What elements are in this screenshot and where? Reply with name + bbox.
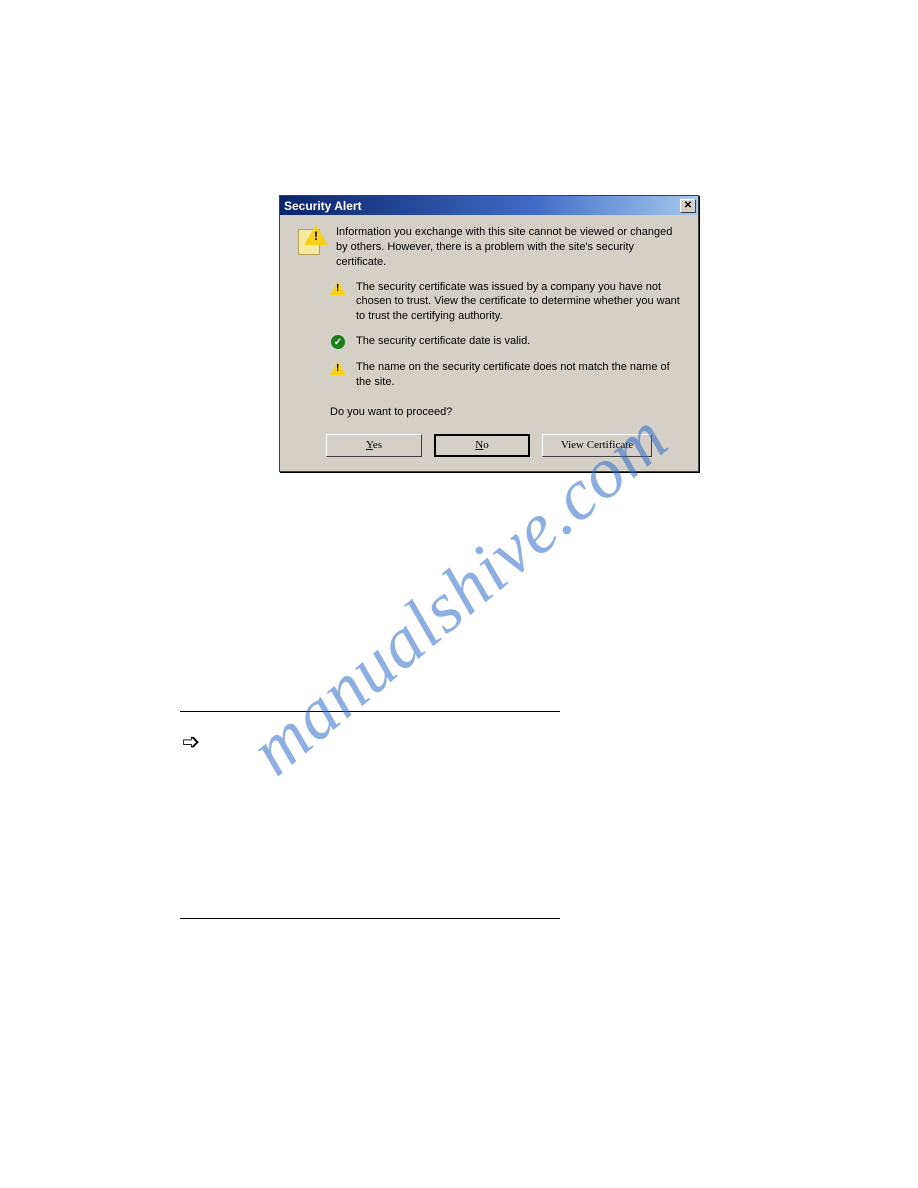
dialog-intro-text: Information you exchange with this site … <box>336 225 684 270</box>
cert-status-text: The security certificate was issued by a… <box>356 280 684 325</box>
ok-icon: ✓ <box>330 334 346 350</box>
security-alert-dialog: Security Alert ✕ ! Information you excha… <box>279 195 699 472</box>
view-certificate-button[interactable]: View Certificate <box>542 434 652 457</box>
dialog-title: Security Alert <box>284 199 680 213</box>
dialog-button-row: Yes No View Certificate <box>294 430 684 457</box>
cert-status-item: The name on the security certificate doe… <box>330 360 684 390</box>
cert-status-text: The security certificate date is valid. <box>356 334 684 350</box>
certificate-warning-icon: ! <box>294 225 326 257</box>
dialog-prompt: Do you want to proceed? <box>330 406 684 418</box>
horizontal-rule <box>180 711 560 712</box>
cert-status-item: ✓ The security certificate date is valid… <box>330 334 684 350</box>
warning-icon <box>330 360 346 376</box>
cert-status-text: The name on the security certificate doe… <box>356 360 684 390</box>
document-page: Security Alert ✕ ! Information you excha… <box>0 0 918 1188</box>
close-button[interactable]: ✕ <box>680 199 696 213</box>
cert-status-item: The security certificate was issued by a… <box>330 280 684 325</box>
dialog-body: ! Information you exchange with this sit… <box>280 215 698 471</box>
dialog-titlebar[interactable]: Security Alert ✕ <box>280 196 698 215</box>
warning-icon <box>330 280 346 296</box>
horizontal-rule <box>180 918 560 919</box>
note-arrow-icon: ➩ <box>182 730 200 755</box>
yes-button[interactable]: Yes <box>326 434 422 457</box>
close-icon: ✕ <box>684 201 692 211</box>
no-button[interactable]: No <box>434 434 530 457</box>
